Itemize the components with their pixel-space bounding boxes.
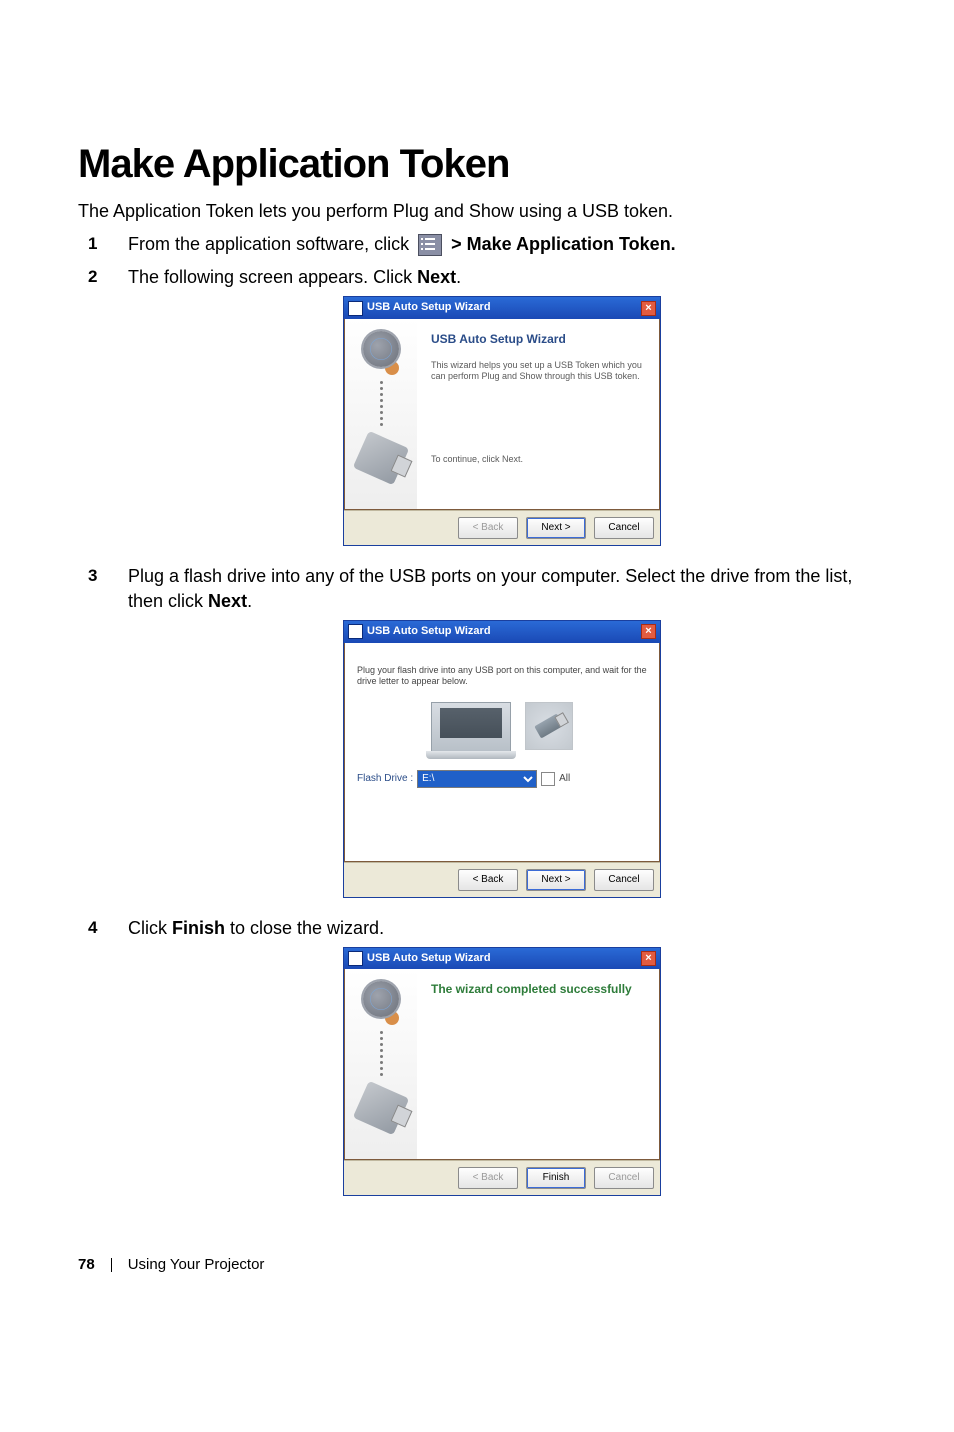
- step-3-bold: Next: [208, 591, 247, 611]
- wizard1-close-button[interactable]: ×: [641, 301, 656, 316]
- step-2-number: 2: [88, 265, 97, 289]
- step-4-text-pre: Click: [128, 918, 172, 938]
- wizard2-button-bar: < Back Next > Cancel: [344, 862, 660, 897]
- wizard1-titlebar: USB Auto Setup Wizard ×: [344, 297, 660, 318]
- wizard2-cancel-button[interactable]: Cancel: [594, 869, 654, 891]
- step-3-text-post: .: [247, 591, 252, 611]
- step-4-bold: Finish: [172, 918, 225, 938]
- page-title: Make Application Token: [78, 142, 876, 187]
- wizard3-app-icon: [348, 951, 363, 966]
- wizard2-flashdrive-select[interactable]: E:\: [417, 770, 537, 788]
- wizard1-app-icon: [348, 301, 363, 316]
- wizard3-finish-button[interactable]: Finish: [526, 1167, 586, 1189]
- wizard3-side-image: [345, 969, 417, 1159]
- wizard1-continue: To continue, click Next.: [431, 453, 645, 466]
- step-3-number: 3: [88, 564, 97, 588]
- laptop-icon: [431, 702, 511, 754]
- step-1: 1 From the application software, click >…: [78, 232, 876, 257]
- intro-text: The Application Token lets you perform P…: [78, 201, 876, 222]
- wizard3-button-bar: < Back Finish Cancel: [344, 1160, 660, 1195]
- usb-auto-setup-wizard-2: USB Auto Setup Wizard × Plug your flash …: [343, 620, 661, 897]
- footer-section: Using Your Projector: [128, 1256, 265, 1273]
- wizard3-heading: The wizard completed successfully: [431, 981, 645, 998]
- step-2-text-post: .: [456, 267, 461, 287]
- wizard2-flashdrive-label: Flash Drive :: [357, 772, 413, 786]
- wizard1-heading: USB Auto Setup Wizard: [431, 331, 645, 348]
- wizard1-next-button[interactable]: Next >: [526, 517, 586, 539]
- wizard2-close-button[interactable]: ×: [641, 624, 656, 639]
- wizard3-titlebar: USB Auto Setup Wizard ×: [344, 948, 660, 969]
- wizard1-side-image: [345, 319, 417, 509]
- usb-auto-setup-wizard-3: USB Auto Setup Wizard × The wizard compl: [343, 947, 661, 1196]
- step-2-bold: Next: [417, 267, 456, 287]
- step-1-number: 1: [88, 232, 97, 256]
- wizard2-app-icon: [348, 624, 363, 639]
- wizard2-titlebar: USB Auto Setup Wizard ×: [344, 621, 660, 642]
- wizard3-close-button[interactable]: ×: [641, 951, 656, 966]
- step-2-text-pre: The following screen appears. Click: [128, 267, 417, 287]
- wizard1-desc: This wizard helps you set up a USB Token…: [431, 360, 645, 383]
- step-1-text-post: > Make Application Token.: [451, 234, 676, 254]
- step-3: 3 Plug a flash drive into any of the USB…: [78, 564, 876, 898]
- wizard2-all-checkbox[interactable]: [541, 772, 555, 786]
- menu-icon: [418, 234, 442, 256]
- wizard1-back-button: < Back: [458, 517, 518, 539]
- step-2: 2 The following screen appears. Click Ne…: [78, 265, 876, 546]
- step-4-number: 4: [88, 916, 97, 940]
- footer-divider: [111, 1258, 112, 1272]
- wizard2-desc: Plug your flash drive into any USB port …: [357, 665, 647, 688]
- wizard2-next-button[interactable]: Next >: [526, 869, 586, 891]
- wizard1-title: USB Auto Setup Wizard: [367, 300, 491, 315]
- usb-auto-setup-wizard-1: USB Auto Setup Wizard × USB Auto Setup W: [343, 296, 661, 545]
- usb-token-icon: [525, 702, 573, 750]
- wizard2-all-label: All: [559, 772, 570, 786]
- wizard1-cancel-button[interactable]: Cancel: [594, 517, 654, 539]
- wizard3-back-button: < Back: [458, 1167, 518, 1189]
- step-4: 4 Click Finish to close the wizard. USB …: [78, 916, 876, 1197]
- page-number: 78: [78, 1256, 95, 1273]
- wizard2-title: USB Auto Setup Wizard: [367, 624, 491, 639]
- step-1-text-pre: From the application software, click: [128, 234, 414, 254]
- wizard3-cancel-button: Cancel: [594, 1167, 654, 1189]
- wizard3-title: USB Auto Setup Wizard: [367, 951, 491, 966]
- wizard2-back-button[interactable]: < Back: [458, 869, 518, 891]
- wizard1-button-bar: < Back Next > Cancel: [344, 510, 660, 545]
- wizard2-illustration: [357, 702, 647, 754]
- page-footer: 78 Using Your Projector: [78, 1256, 876, 1273]
- step-4-text-post: to close the wizard.: [225, 918, 384, 938]
